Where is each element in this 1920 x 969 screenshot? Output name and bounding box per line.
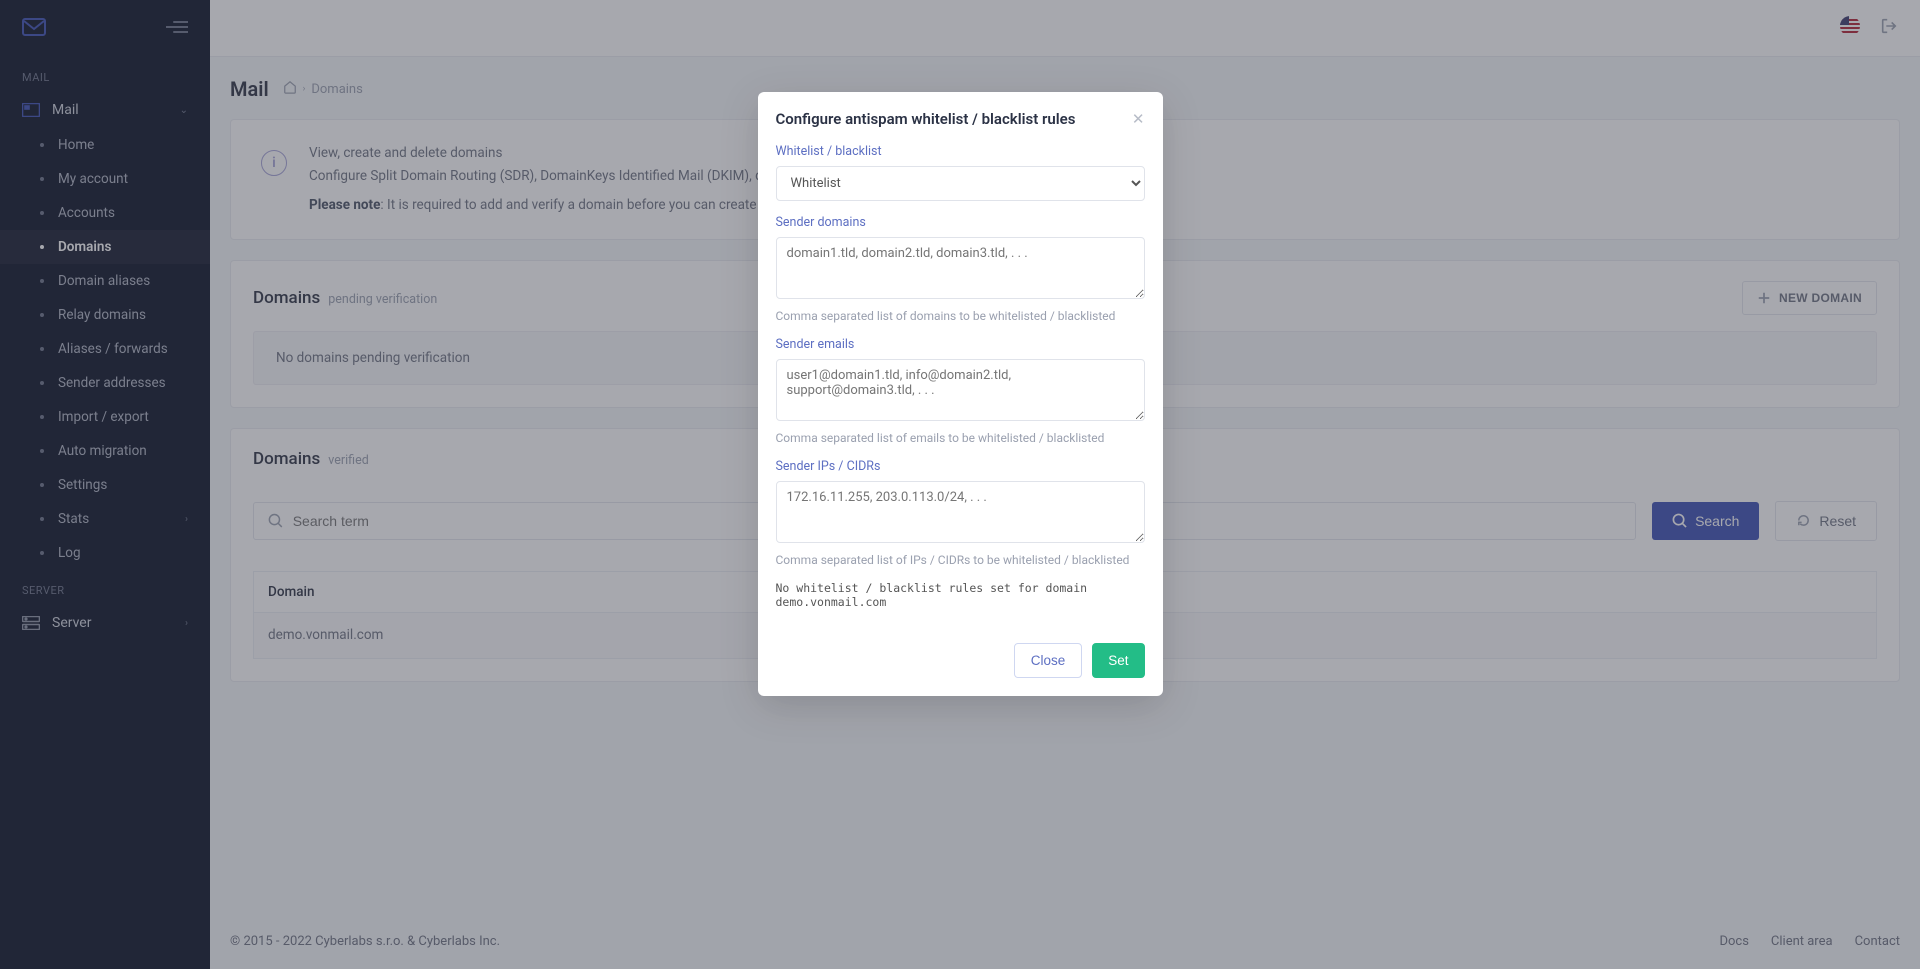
sender-domains-label: Sender domains: [776, 215, 1145, 230]
set-button[interactable]: Set: [1092, 643, 1144, 678]
modal-title: Configure antispam whitelist / blacklist…: [776, 110, 1076, 128]
rules-status-text: No whitelist / blacklist rules set for d…: [776, 581, 1145, 609]
sender-ips-hint: Comma separated list of IPs / CIDRs to b…: [776, 553, 1145, 567]
sender-ips-label: Sender IPs / CIDRs: [776, 459, 1145, 474]
sender-domains-textarea[interactable]: [776, 237, 1145, 299]
close-icon[interactable]: ✕: [1132, 110, 1145, 128]
sender-domains-hint: Comma separated list of domains to be wh…: [776, 309, 1145, 323]
modal-overlay: Configure antispam whitelist / blacklist…: [0, 0, 1920, 969]
sender-emails-textarea[interactable]: [776, 359, 1145, 421]
whitelist-blacklist-select[interactable]: Whitelist: [776, 166, 1145, 201]
close-button[interactable]: Close: [1014, 643, 1083, 678]
whitelist-blacklist-label: Whitelist / blacklist: [776, 144, 1145, 159]
sender-ips-textarea[interactable]: [776, 481, 1145, 543]
sender-emails-hint: Comma separated list of emails to be whi…: [776, 431, 1145, 445]
sender-emails-label: Sender emails: [776, 337, 1145, 352]
antispam-modal: Configure antispam whitelist / blacklist…: [758, 92, 1163, 696]
